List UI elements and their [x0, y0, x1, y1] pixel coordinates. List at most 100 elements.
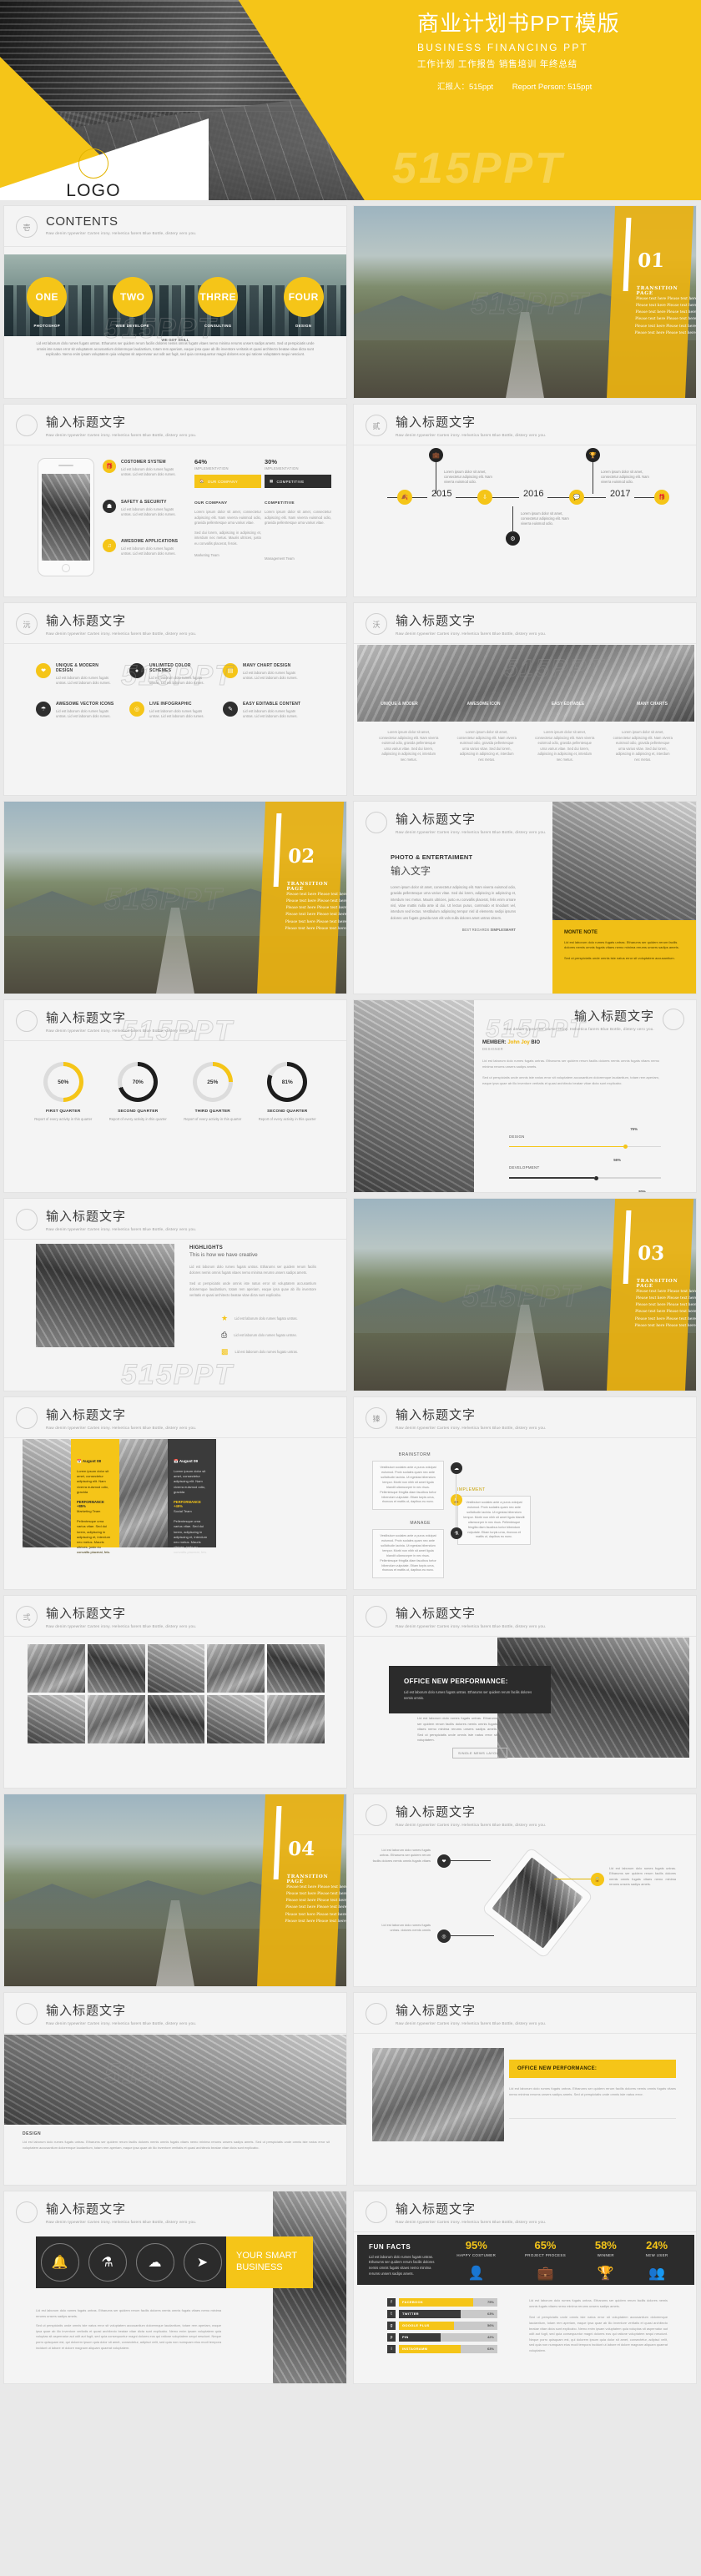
donut-item[interactable]: 25% THIRD QUARTER Report of every activi… [177, 1062, 249, 1122]
column-heading: OUR COMPANY [194, 501, 228, 506]
slide-design-wide[interactable]: 输入标题文字 Raw denim typewriter Cartes irony… [3, 1992, 347, 2186]
bell-icon[interactable]: 🔔 [40, 2243, 79, 2282]
fun-fact-stat[interactable]: 65% PROJECT PROCESS 💼 [525, 2239, 566, 2282]
slide-photo-entertainment[interactable]: 输入标题文字 Raw denim typewriter Cartes irony… [353, 801, 697, 994]
skill-knob[interactable] [623, 1145, 628, 1150]
leaf-icon[interactable]: 🍂 [397, 490, 412, 505]
slide-transition-03[interactable]: 515PPT 03 TRANSITION PAGE Please text he… [353, 1198, 697, 1391]
slide-process-steps[interactable]: 獉 输入标题文字 Raw denim typewriter Cartes iro… [353, 1396, 697, 1590]
slide-office-performance[interactable]: 输入标题文字 Raw denim typewriter Cartes irony… [353, 1595, 697, 1789]
highlight-bullet[interactable]: ▩ Lid est laborum dolo rumes fugato untr… [189, 1347, 316, 1356]
feature-body: Lid est laborum dolo rumes fugats untras… [56, 709, 111, 719]
slide-fun-facts[interactable]: 输入标题文字 Raw denim typewriter Cartes irony… [353, 2191, 697, 2384]
skill-knob[interactable] [593, 1175, 598, 1180]
target-icon[interactable]: ◎ [437, 1929, 451, 1943]
slide-transition-01[interactable]: 515PPT 01 TRANSITION PAGE Please text he… [353, 205, 697, 399]
flask-icon[interactable]: ⚗ [88, 2243, 127, 2282]
stat-bar[interactable]: 🏠 OUR COMPANY [194, 475, 261, 488]
flask-icon[interactable]: ⚗ [451, 1527, 462, 1539]
feature-item[interactable]: ▤ MANY CHART DESIGN Lid est laborum dolo… [223, 663, 303, 692]
logo-text: LOGO [66, 181, 121, 200]
single-news-layout-button[interactable]: SINGLE NEWS LAYOUT [452, 1748, 507, 1758]
transition-line: Please text here Please text here [635, 1310, 697, 1315]
contents-item[interactable]: THRRE CONSULTING [198, 276, 239, 328]
process-step-box[interactable]: Vestibulum sodales ante a purus volutpat… [372, 1461, 444, 1511]
highlight-bullet[interactable]: ★ Lid est laborum dolo rumes fugato untr… [189, 1314, 316, 1323]
gift-icon[interactable]: 🎁 [654, 490, 669, 505]
slide-banner-four[interactable]: 沃 输入标题文字 Raw denim typewriter Cartes iro… [353, 602, 697, 796]
transition-line: Please text here Please text here [285, 913, 347, 918]
social-track: FACEBOOK 75% [399, 2298, 497, 2307]
slide-subtitle: Raw denim typewriter Cartes irony. Helve… [396, 1426, 547, 1430]
member-suffix: BIO [531, 1040, 541, 1045]
skill-row[interactable]: DEVELOPMENT 56% [509, 1158, 661, 1180]
slide-features-six[interactable]: 沅 输入标题文字 Raw denim typewriter Cartes iro… [3, 602, 347, 796]
phone-home-button[interactable] [62, 564, 70, 572]
slide-photo-collage[interactable]: 弍 输入标题文字 Raw denim typewriter Cartes iro… [3, 1595, 347, 1789]
process-step-box[interactable]: Vestibulum sodales ante a purus volutpat… [457, 1496, 531, 1546]
fun-fact-stat[interactable]: 58% WINNER 🏆 [595, 2239, 617, 2282]
news-card-yellow[interactable]: 📅 August 08 Lorem ipsum dolor sit amet, … [71, 1439, 119, 1554]
feature-bullet[interactable]: 🎁 COSTOMER SYSTEM Lid est laborum dolo r… [103, 460, 182, 478]
fun-fact-stat[interactable]: 24% NEW USER 👥 [646, 2239, 668, 2282]
skill-row[interactable]: MARKETING 80% [509, 1190, 661, 1192]
bell-icon[interactable]: 🔔 [451, 1494, 462, 1506]
settings-icon[interactable]: ⚙ [506, 531, 520, 546]
calendar-icon: 📅 [174, 1459, 179, 1463]
slide-contents[interactable]: 壱 CONTENTS Raw denim typewriter Cartes i… [3, 205, 347, 399]
donut-item[interactable]: 50% FIRST QUARTER Report of every activi… [28, 1062, 99, 1122]
slide-smart-business[interactable]: 输入标题文字 Raw denim typewriter Cartes irony… [3, 2191, 347, 2384]
send-icon[interactable]: ➤ [183, 2243, 222, 2282]
stat-label: HAPPY COSTUMER [456, 2252, 497, 2257]
process-step-box[interactable]: Vestibulum sodales ante a purus volutpat… [372, 1529, 444, 1579]
heart-icon[interactable]: ❤ [437, 1854, 451, 1868]
highlight-bullet[interactable]: ⎙ Lid est laborum dolo rumes fugato untr… [189, 1331, 316, 1340]
slide-transition-04[interactable]: 04 TRANSITION PAGE Please text here Plea… [3, 1794, 347, 1987]
lock-icon[interactable]: 🔒 [591, 1873, 604, 1886]
chat-icon[interactable]: 💬 [569, 490, 584, 505]
contents-item[interactable]: FOUR DESIGN [283, 276, 324, 328]
feature-item[interactable]: ✎ EASY EDITABLE CONTENT Lid est laborum … [223, 702, 303, 731]
stat-caption: IMPLEMENTATION [194, 466, 229, 470]
social-row[interactable]: i INSTAGRAMM 63% [387, 2345, 497, 2353]
feature-bullet[interactable]: ♫ AWESOME APPLICATIONS Lid est laborum d… [103, 539, 182, 557]
calendar-icon: 📅 [77, 1459, 82, 1463]
slide-donut-quarters[interactable]: 输入标题文字 Raw denim typewriter Cartes irony… [3, 999, 347, 1193]
donut-item[interactable]: 70% SECOND QUARTER Report of every activ… [102, 1062, 174, 1122]
timeline-callout: Lorem ipsum dolor sit amet, consectetur … [601, 470, 649, 485]
donut-chart: 25% [192, 1062, 233, 1102]
download-icon[interactable]: ⇩ [477, 490, 492, 505]
cloud-upload-icon[interactable]: ☁ [135, 2243, 174, 2282]
slide-watermark: 515PPT [121, 1359, 234, 1391]
slide-office-performance-2[interactable]: 输入标题文字 Raw denim typewriter Cartes irony… [353, 1992, 697, 2186]
feature-item[interactable]: ● UNLIMITED COLOR SCHEMES Lid est laboru… [129, 663, 209, 697]
slide-timeline[interactable]: 貳 输入标题文字 Raw denim typewriter Cartes iro… [353, 404, 697, 597]
news-card-dark[interactable]: 📅 August 09 Lorem ipsum dolor sit amet, … [168, 1439, 216, 1554]
contents-item[interactable]: TWO WEB DEVELOPE [112, 276, 153, 328]
feature-item[interactable]: ◎ LIVE INFOGRAPHIC Lid est laborum dolo … [129, 702, 209, 731]
slide-transition-02[interactable]: 515PPT 02 TRANSITION PAGE Please text he… [3, 801, 347, 994]
social-row[interactable]: g GOOGLE PLUS 56% [387, 2322, 497, 2330]
skill-row[interactable]: DESIGN 75% [509, 1127, 661, 1150]
feature-item[interactable]: ❤ UNIQUE & MODERN DESIGN Lid est laborum… [36, 663, 116, 697]
social-row[interactable]: p PIN 42% [387, 2333, 497, 2342]
slide-highlights[interactable]: 输入标题文字 Raw denim typewriter Cartes irony… [3, 1198, 347, 1391]
trophy-icon[interactable]: 🏆 [586, 448, 600, 462]
contents-number: TWO [112, 276, 153, 317]
slide-mobile-compare[interactable]: 输入标题文字 Raw denim typewriter Cartes irony… [3, 404, 347, 597]
social-row[interactable]: t TWITTER 63% [387, 2310, 497, 2318]
feature-item[interactable]: ☂ AWESOME VECTOR ICONS Lid est laborum d… [36, 702, 116, 731]
briefcase-icon[interactable]: 💼 [429, 448, 443, 462]
cloud-icon[interactable]: ☁ [451, 1462, 462, 1474]
slide-news-cards[interactable]: 输入标题文字 Raw denim typewriter Cartes irony… [3, 1396, 347, 1590]
slide-subtitle: Raw denim typewriter Cartes irony. Helve… [46, 1227, 197, 1231]
feature-bullet[interactable]: ☗ SAFETY & SECURITY Lid est laborum dolo… [103, 499, 182, 518]
stat-bar[interactable]: ▦ COMPETITIVE [265, 475, 331, 488]
slide-phone-callouts[interactable]: 输入标题文字 Raw denim typewriter Cartes irony… [353, 1794, 697, 1987]
fun-fact-stat[interactable]: 95% HAPPY COSTUMER 👤 [456, 2239, 496, 2282]
social-row[interactable]: f FACEBOOK 75% [387, 2298, 497, 2307]
social-bars: f FACEBOOK 75% t TWITTER 63% g GOOGLE PL… [387, 2298, 497, 2357]
donut-item[interactable]: 81% SECOND QUARTER Report of every activ… [251, 1062, 323, 1122]
slide-member-bio[interactable]: 输入标题文字 Raw denim typewriter Cartes irony… [353, 999, 697, 1193]
contents-item[interactable]: ONE PHOTOSHOP [27, 276, 68, 328]
